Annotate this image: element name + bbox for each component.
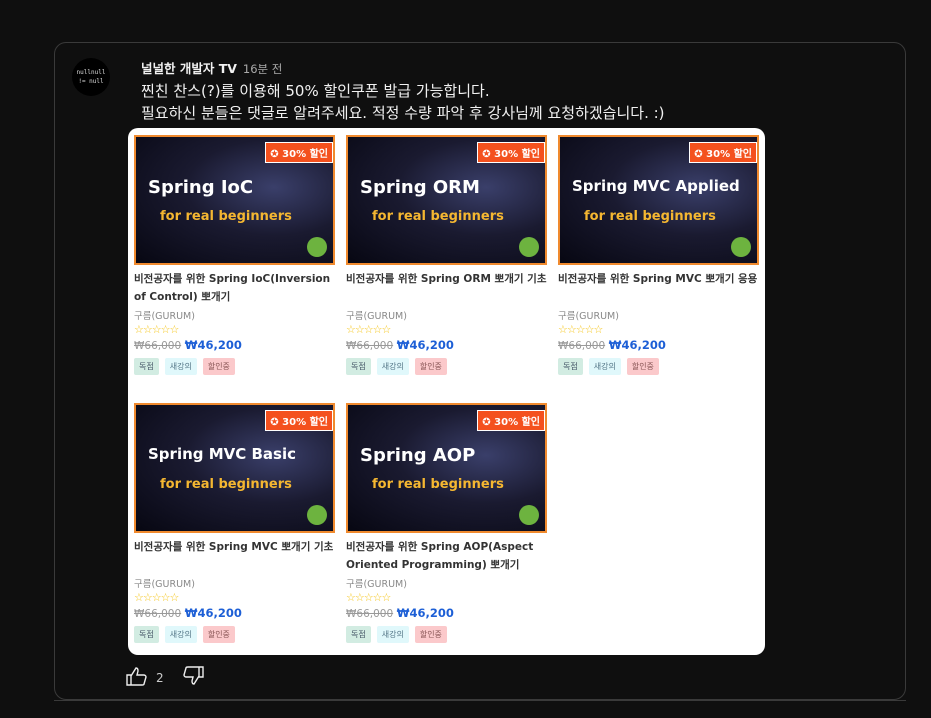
rating-stars: ☆☆☆☆☆: [134, 591, 179, 604]
like-button[interactable]: [126, 666, 148, 689]
sale-price: ₩46,200: [396, 606, 454, 620]
course-card[interactable]: ✪ 30% 할인 Spring MVC Basic for real begin…: [134, 403, 335, 643]
tag: 독점: [346, 358, 371, 375]
comment-text: 필요하신 분들은 댓글로 알려주세요. 적정 수량 파악 후 강사님께 요청하겠…: [141, 104, 665, 122]
comment-actions: 2: [126, 666, 204, 689]
course-thumbnail[interactable]: ✪ 30% 할인 Spring AOP for real beginners: [346, 403, 547, 533]
dislike-button[interactable]: [182, 666, 204, 689]
tags: 독점 새강의 할인중: [346, 626, 547, 643]
comment-header: 널널한 개발자 TV 16분 전: [141, 58, 282, 77]
instructor: 구름(GURUM): [346, 311, 407, 322]
tag: 새강의: [376, 626, 409, 643]
rating-stars: ☆☆☆☆☆: [346, 591, 391, 604]
original-price: ₩66,000: [346, 608, 394, 620]
thumbnail-subtitle: for real beginners: [372, 209, 504, 224]
avatar[interactable]: nullnull != null: [72, 58, 110, 96]
discount-badge: ✪ 30% 할인: [477, 142, 545, 163]
discount-badge: ✪ 30% 할인: [265, 142, 333, 163]
sale-price: ₩46,200: [608, 338, 666, 352]
price: ₩66,000 ₩46,200: [558, 338, 759, 352]
tag: 독점: [134, 358, 159, 375]
tag: 새강의: [164, 626, 197, 643]
tags: 독점 새강의 할인중: [134, 626, 335, 643]
price: ₩66,000 ₩46,200: [134, 606, 335, 620]
sale-price: ₩46,200: [184, 606, 242, 620]
course-card[interactable]: ✪ 30% 할인 Spring ORM for real beginners 비…: [346, 135, 547, 375]
sale-price: ₩46,200: [184, 338, 242, 352]
comment-text: 찐친 찬스(?)를 이용해 50% 할인쿠폰 발급 가능합니다.: [141, 82, 490, 100]
course-thumbnail[interactable]: ✪ 30% 할인 Spring MVC Basic for real begin…: [134, 403, 335, 533]
thumbnail-subtitle: for real beginners: [160, 477, 292, 492]
thumbnail-subtitle: for real beginners: [584, 209, 716, 224]
course-title[interactable]: 비전공자를 위한 Spring MVC 뽀개기 응용: [558, 270, 759, 306]
instructor: 구름(GURUM): [134, 311, 195, 322]
tag: 독점: [558, 358, 583, 375]
thumbnail-title: Spring MVC Applied: [572, 177, 740, 195]
original-price: ₩66,000: [346, 340, 394, 352]
course-title[interactable]: 비전공자를 위한 Spring MVC 뽀개기 기초: [134, 538, 335, 574]
thumbnail-subtitle: for real beginners: [372, 477, 504, 492]
instructor: 구름(GURUM): [346, 579, 407, 590]
rating-stars: ☆☆☆☆☆: [346, 323, 391, 336]
sale-price: ₩46,200: [396, 338, 454, 352]
rating-stars: ☆☆☆☆☆: [134, 323, 179, 336]
price: ₩66,000 ₩46,200: [346, 338, 547, 352]
course-thumbnail[interactable]: ✪ 30% 할인 Spring ORM for real beginners: [346, 135, 547, 265]
tag: 새강의: [164, 358, 197, 375]
discount-badge: ✪ 30% 할인: [265, 410, 333, 431]
spring-logo-icon: [731, 237, 751, 257]
course-title[interactable]: 비전공자를 위한 Spring ORM 뽀개기 기초: [346, 270, 547, 306]
course-title[interactable]: 비전공자를 위한 Spring AOP(Aspect Oriented Prog…: [346, 538, 547, 574]
like-count: 2: [156, 670, 164, 685]
spring-logo-icon: [519, 237, 539, 257]
original-price: ₩66,000: [134, 608, 182, 620]
avatar-text: nullnull: [76, 69, 106, 76]
spring-logo-icon: [519, 505, 539, 525]
author-name[interactable]: 널널한 개발자 TV: [141, 61, 237, 76]
tag: 독점: [346, 626, 371, 643]
spring-logo-icon: [307, 237, 327, 257]
tag: 할인중: [202, 626, 235, 643]
instructor: 구름(GURUM): [558, 311, 619, 322]
tags: 독점 새강의 할인중: [134, 358, 335, 375]
instructor: 구름(GURUM): [134, 579, 195, 590]
tags: 독점 새강의 할인중: [558, 358, 759, 375]
timestamp[interactable]: 16분 전: [243, 62, 282, 76]
attached-image: ✪ 30% 할인 Spring IoC for real beginners 비…: [128, 128, 765, 655]
thumbnail-title: Spring IoC: [148, 177, 254, 198]
original-price: ₩66,000: [558, 340, 606, 352]
thumbnail-title: Spring AOP: [360, 445, 476, 466]
thumbnail-title: Spring MVC Basic: [148, 445, 297, 463]
discount-badge: ✪ 30% 할인: [689, 142, 757, 163]
divider: [54, 700, 906, 701]
course-thumbnail[interactable]: ✪ 30% 할인 Spring MVC Applied for real beg…: [558, 135, 759, 265]
course-card[interactable]: ✪ 30% 할인 Spring MVC Applied for real beg…: [558, 135, 759, 375]
tags: 독점 새강의 할인중: [346, 358, 547, 375]
avatar-text: != null: [78, 78, 104, 85]
tag: 할인중: [202, 358, 235, 375]
course-thumbnail[interactable]: ✪ 30% 할인 Spring IoC for real beginners: [134, 135, 335, 265]
tag: 독점: [134, 626, 159, 643]
thumbnail-subtitle: for real beginners: [160, 209, 292, 224]
spring-logo-icon: [307, 505, 327, 525]
course-title[interactable]: 비전공자를 위한 Spring IoC(Inversion of Control…: [134, 270, 335, 306]
tag: 할인중: [414, 358, 447, 375]
tag: 할인중: [626, 358, 659, 375]
tag: 새강의: [376, 358, 409, 375]
discount-badge: ✪ 30% 할인: [477, 410, 545, 431]
tag: 할인중: [414, 626, 447, 643]
tag: 새강의: [588, 358, 621, 375]
course-card[interactable]: ✪ 30% 할인 Spring AOP for real beginners 비…: [346, 403, 547, 643]
thumbnail-title: Spring ORM: [360, 177, 480, 198]
original-price: ₩66,000: [134, 340, 182, 352]
price: ₩66,000 ₩46,200: [346, 606, 547, 620]
price: ₩66,000 ₩46,200: [134, 338, 335, 352]
course-card[interactable]: ✪ 30% 할인 Spring IoC for real beginners 비…: [134, 135, 335, 375]
rating-stars: ☆☆☆☆☆: [558, 323, 603, 336]
